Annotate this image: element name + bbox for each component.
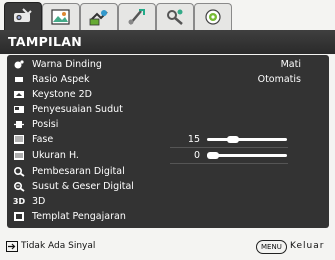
- status-footer: Tidak Ada Sinyal MENU Keluar: [0, 234, 335, 260]
- menu-item-rasio-aspek[interactable]: Rasio Aspek Otomatis: [7, 72, 329, 87]
- menu-item-fase[interactable]: Fase 15: [7, 132, 329, 147]
- wall-color-icon: [13, 59, 25, 70]
- teaching-template-icon: [13, 211, 25, 222]
- digital-shrink-icon: [13, 181, 25, 192]
- page-title: TAMPILAN: [0, 30, 335, 54]
- exit-label: Keluar: [290, 241, 325, 251]
- display-icon: [14, 8, 32, 22]
- menu-item-value: Mati: [280, 59, 301, 70]
- tab-system-setup-advanced[interactable]: [156, 3, 194, 30]
- picture-icon: [51, 9, 70, 25]
- slider-knob[interactable]: [227, 136, 240, 143]
- tab-information[interactable]: [194, 3, 232, 30]
- signal-status: Tidak Ada Sinyal: [21, 241, 96, 251]
- menu-item-posisi[interactable]: Posisi: [7, 117, 329, 132]
- menu-item-label: Posisi: [32, 119, 59, 130]
- system-setup-icon: [128, 9, 145, 25]
- phase-icon: [13, 134, 25, 145]
- tab-display[interactable]: [4, 2, 42, 31]
- menu-item-templat-pengajaran[interactable]: Templat Pengajaran: [7, 209, 329, 224]
- menu-item-pembesaran-digital[interactable]: Pembesaran Digital: [7, 164, 329, 179]
- menu-item-label: Templat Pengajaran: [32, 211, 126, 222]
- tab-source[interactable]: [80, 3, 118, 30]
- menu-item-3d[interactable]: 3D 3D: [7, 194, 329, 209]
- fase-slider[interactable]: [207, 136, 287, 143]
- menu-item-label: Susut & Geser Digital: [32, 181, 134, 192]
- slider-knob[interactable]: [207, 152, 219, 159]
- menu-key-icon[interactable]: MENU: [256, 240, 287, 254]
- menu-item-label: Pembesaran Digital: [32, 166, 125, 177]
- menu-item-value: Otomatis: [257, 74, 301, 85]
- menu-item-penyesuaian-sudut[interactable]: Penyesuaian Sudut: [7, 102, 329, 117]
- menu-item-keystone-2d[interactable]: Keystone 2D: [7, 87, 329, 102]
- keystone-icon: [13, 89, 25, 100]
- menu-item-label: Ukuran H.: [32, 150, 79, 161]
- menu-item-label: Warna Dinding: [32, 59, 102, 70]
- ukuran-h-slider[interactable]: [207, 152, 287, 159]
- menu-item-ukuran-h[interactable]: Ukuran H. 0: [7, 148, 329, 163]
- 3d-icon: 3D: [12, 197, 26, 206]
- tab-picture[interactable]: [42, 3, 80, 30]
- menu-item-label: Penyesuaian Sudut: [32, 104, 123, 115]
- aspect-ratio-icon: [13, 74, 25, 85]
- menu-item-value: 15: [187, 134, 200, 145]
- menu-item-value: 0: [193, 150, 200, 161]
- menu-item-label: Keystone 2D: [32, 89, 92, 100]
- digital-zoom-icon: [13, 166, 25, 177]
- menu-panel: Warna Dinding Mati Rasio Aspek Otomatis …: [7, 55, 329, 228]
- h-size-icon: [13, 150, 25, 161]
- menu-item-label: Fase: [32, 134, 54, 145]
- position-icon: [13, 119, 25, 130]
- menu-item-label: Rasio Aspek: [32, 74, 90, 85]
- menu-item-susut-geser-digital[interactable]: Susut & Geser Digital: [7, 179, 329, 194]
- corner-fit-icon: [13, 104, 25, 115]
- menu-item-label: 3D: [32, 196, 46, 207]
- tab-bar: [0, 0, 335, 31]
- information-icon: [205, 9, 221, 25]
- source-icon: [89, 10, 108, 26]
- tab-system-setup-basic[interactable]: [118, 3, 156, 30]
- menu-item-warna-dinding[interactable]: Warna Dinding Mati: [7, 57, 329, 72]
- source-input-icon: [6, 241, 18, 252]
- advanced-setup-icon: [167, 9, 183, 25]
